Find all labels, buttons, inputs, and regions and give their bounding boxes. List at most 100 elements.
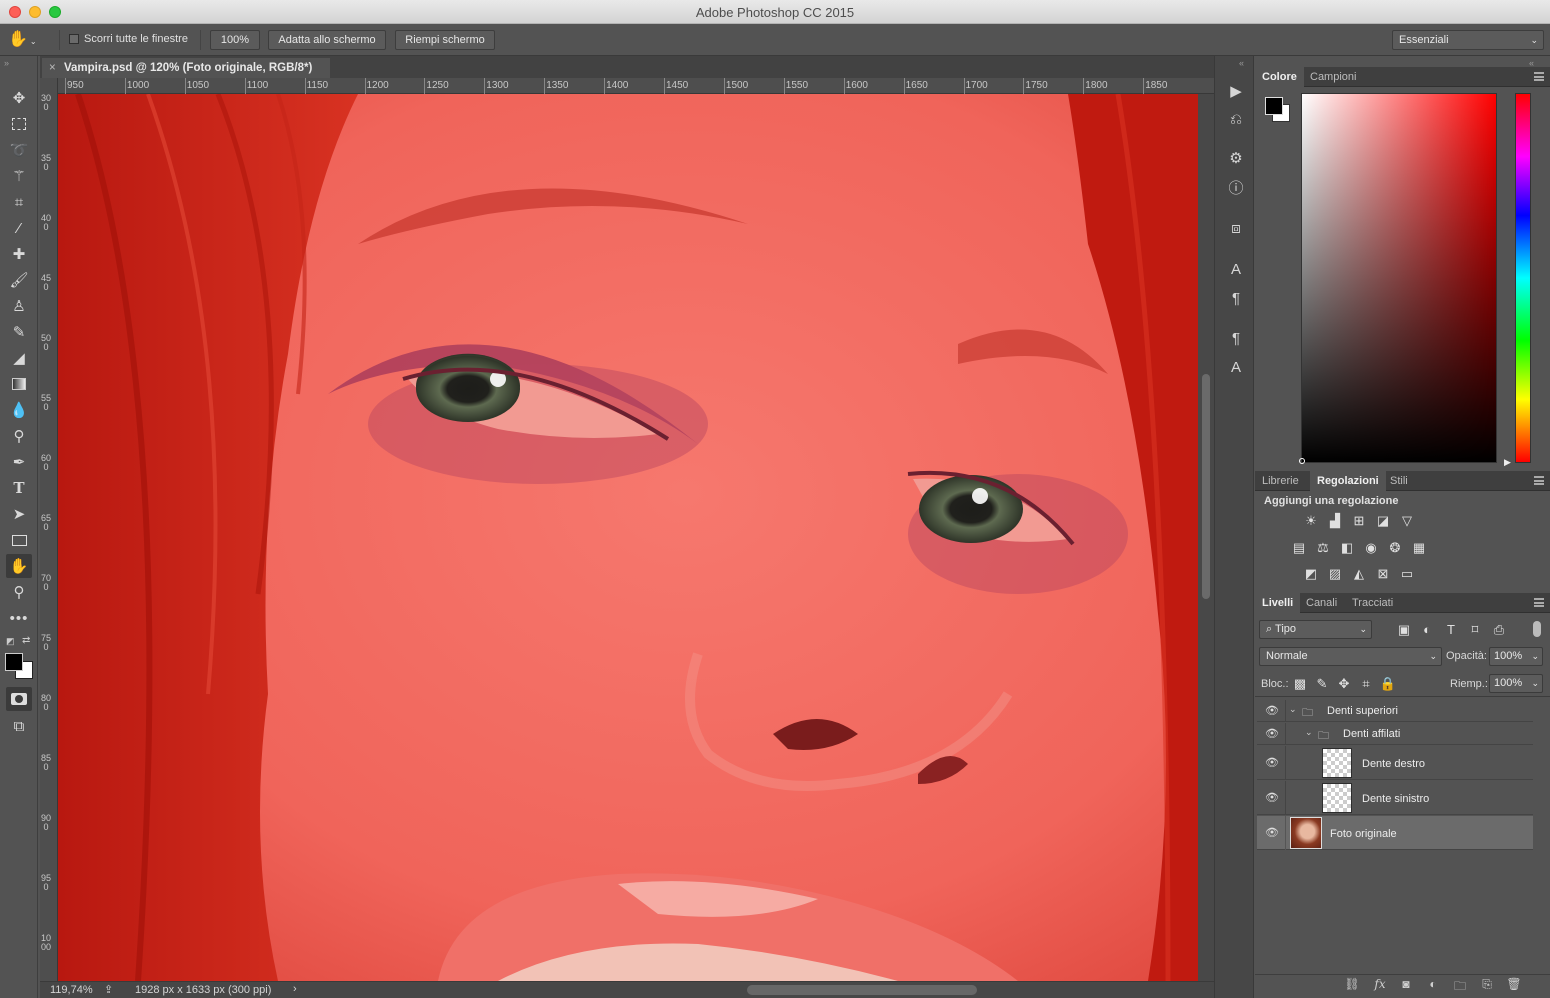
collapse-arrows-icon[interactable]: »: [4, 58, 9, 68]
new-layer-icon[interactable]: ⎘: [1479, 977, 1495, 991]
status-menu-chevron-icon[interactable]: ›: [293, 983, 297, 995]
channel-mixer-icon[interactable]: ❂: [1386, 540, 1404, 556]
layer-filter-select[interactable]: ⌕ Tipo ⌄: [1259, 620, 1372, 639]
curves-icon[interactable]: ⊞: [1350, 513, 1368, 529]
info-icon[interactable]: ⓘ: [1225, 178, 1247, 200]
default-colors-icon[interactable]: ◩: [6, 636, 15, 647]
actions-play-icon[interactable]: ▶: [1225, 81, 1247, 103]
fx-icon[interactable]: fx: [1372, 977, 1388, 991]
history-icon[interactable]: ⎌: [1225, 109, 1247, 131]
filter-adjustment-icon[interactable]: ◐: [1418, 622, 1436, 638]
character-styles-icon[interactable]: A: [1225, 357, 1247, 379]
color-field[interactable]: [1301, 93, 1497, 463]
scroll-all-checkbox[interactable]: [69, 34, 79, 44]
close-tab-icon[interactable]: ×: [49, 58, 56, 78]
move-tool-icon[interactable]: ✥: [6, 86, 32, 110]
properties-icon[interactable]: ⚙: [1225, 148, 1247, 170]
pen-tool-icon[interactable]: ✒: [6, 450, 32, 474]
invert-icon[interactable]: ◩: [1302, 566, 1320, 582]
color-balance-icon[interactable]: ⚖: [1314, 540, 1332, 556]
color-lookup-icon[interactable]: ▦: [1410, 540, 1428, 556]
add-mask-icon[interactable]: ◙: [1398, 977, 1414, 991]
share-icon[interactable]: ⇪: [104, 983, 113, 996]
hand-tool-preset-icon[interactable]: ✋ ⌄: [8, 29, 40, 51]
clone-source-icon[interactable]: ⧈: [1225, 218, 1247, 240]
levels-icon[interactable]: ▟: [1326, 513, 1344, 529]
tab-librerie[interactable]: Librerie: [1255, 471, 1306, 491]
history-brush-tool-icon[interactable]: ✎: [6, 320, 32, 344]
chevron-down-icon[interactable]: ⌄: [1289, 704, 1297, 715]
dodge-tool-icon[interactable]: ⚲: [6, 424, 32, 448]
lock-image-icon[interactable]: ✎: [1313, 676, 1331, 692]
filter-smart-object-icon[interactable]: ⎙: [1490, 622, 1508, 638]
hue-saturation-icon[interactable]: ▤: [1290, 540, 1308, 556]
character-icon[interactable]: A: [1225, 259, 1247, 281]
layer-row[interactable]: 👁 Dente sinistro: [1257, 781, 1533, 815]
lock-artboard-icon[interactable]: ⌗: [1357, 676, 1375, 692]
clone-stamp-tool-icon[interactable]: ♙: [6, 294, 32, 318]
hue-slider[interactable]: [1515, 93, 1531, 463]
zoom-tool-icon[interactable]: ⚲: [6, 580, 32, 604]
paragraph-styles-icon[interactable]: ¶: [1225, 328, 1247, 350]
healing-brush-tool-icon[interactable]: ✚: [6, 242, 32, 266]
zoom-level[interactable]: 119,74%: [50, 984, 93, 996]
workspace-select[interactable]: Essenziali ⌄: [1392, 30, 1544, 50]
eye-icon[interactable]: 👁: [1265, 729, 1279, 740]
panel-menu-icon[interactable]: [1534, 476, 1544, 485]
eraser-tool-icon[interactable]: ◢: [6, 346, 32, 370]
hue-slider-arrow-icon[interactable]: ▶: [1504, 457, 1511, 468]
eye-icon[interactable]: 👁: [1265, 758, 1279, 769]
filter-type-icon[interactable]: T: [1442, 622, 1460, 638]
rectangle-tool-icon[interactable]: [6, 528, 32, 552]
photo-filter-icon[interactable]: ◉: [1362, 540, 1380, 556]
lock-position-icon[interactable]: ✥: [1335, 676, 1353, 692]
tab-campioni[interactable]: Campioni: [1303, 67, 1363, 87]
tab-tracciati[interactable]: Tracciati: [1345, 593, 1400, 613]
horizontal-scroll-thumb[interactable]: [747, 985, 977, 995]
filter-pixel-icon[interactable]: ▣: [1395, 622, 1413, 638]
eye-icon[interactable]: 👁: [1265, 793, 1279, 804]
paragraph-icon[interactable]: ¶: [1225, 288, 1247, 310]
link-layers-icon[interactable]: ⛓: [1344, 977, 1360, 991]
tab-stili[interactable]: Stili: [1383, 471, 1415, 491]
selective-color-icon[interactable]: ⊠: [1374, 566, 1392, 582]
eye-icon[interactable]: 👁: [1265, 706, 1279, 717]
opacity-field[interactable]: 100% ⌄: [1489, 647, 1543, 666]
posterize-icon[interactable]: ▨: [1326, 566, 1344, 582]
threshold-icon[interactable]: ◭: [1350, 566, 1368, 582]
more-tools-icon[interactable]: •••: [6, 606, 32, 630]
fill-screen-button[interactable]: Riempi schermo: [395, 30, 495, 50]
fill-field[interactable]: 100% ⌄: [1489, 674, 1543, 693]
layer-row-group[interactable]: 👁 ⌄ 🗀 Denti affilati: [1257, 723, 1533, 745]
swap-colors-icon[interactable]: ⇄: [22, 635, 30, 646]
lock-all-icon[interactable]: 🔒: [1379, 676, 1397, 692]
foreground-color-swatch[interactable]: [5, 653, 23, 671]
eyedropper-tool-icon[interactable]: ⁄: [6, 216, 32, 240]
tab-colore[interactable]: Colore: [1255, 67, 1304, 87]
gradient-map-icon[interactable]: ▭: [1398, 566, 1416, 582]
quick-mask-icon[interactable]: [6, 687, 32, 711]
fit-screen-button[interactable]: Adatta allo schermo: [268, 30, 386, 50]
exposure-icon[interactable]: ◪: [1374, 513, 1392, 529]
lasso-tool-icon[interactable]: ➰: [6, 138, 32, 162]
foreground-color-swatch[interactable]: [1265, 97, 1283, 115]
zoom-100-button[interactable]: 100%: [210, 30, 260, 50]
new-adjustment-icon[interactable]: ◐: [1425, 977, 1441, 991]
marquee-tool-icon[interactable]: [6, 112, 32, 136]
vertical-scroll-thumb[interactable]: [1202, 374, 1210, 599]
panel-menu-icon[interactable]: [1534, 598, 1544, 607]
tab-canali[interactable]: Canali: [1299, 593, 1344, 613]
vibrance-icon[interactable]: ▽: [1398, 513, 1416, 529]
black-white-icon[interactable]: ◧: [1338, 540, 1356, 556]
panel-menu-icon[interactable]: [1534, 72, 1544, 81]
eye-icon[interactable]: 👁: [1265, 828, 1279, 839]
lock-transparent-icon[interactable]: ▩: [1291, 676, 1309, 692]
collapse-arrows-icon[interactable]: «: [1239, 58, 1244, 68]
tab-livelli[interactable]: Livelli: [1255, 593, 1301, 613]
tab-regolazioni[interactable]: Regolazioni: [1310, 471, 1386, 491]
screen-mode-icon[interactable]: ⧉: [6, 714, 32, 738]
layer-row-group[interactable]: 👁 ⌄ 🗀 Denti superiori: [1257, 700, 1533, 722]
blur-tool-icon[interactable]: 💧: [6, 398, 32, 422]
brightness-contrast-icon[interactable]: ☀: [1302, 513, 1320, 529]
magic-wand-tool-icon[interactable]: ⚚: [6, 164, 32, 188]
